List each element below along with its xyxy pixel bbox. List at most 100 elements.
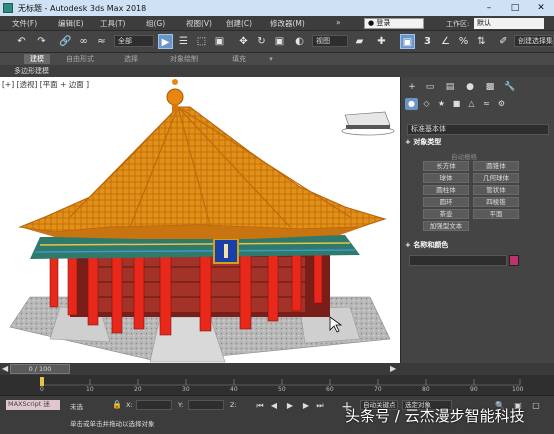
workspace-dropdown[interactable]: 默认	[474, 18, 544, 29]
go-to-start-icon[interactable]: ⏮	[254, 400, 266, 412]
systems-icon[interactable]: ⚙	[495, 98, 508, 110]
pivot-center-icon[interactable]: ▰	[352, 34, 367, 49]
select-and-manipulate-icon[interactable]: ✚	[374, 34, 389, 49]
selection-filter-dropdown[interactable]: 全部	[114, 35, 154, 47]
menu-tools[interactable]: 工具(T)	[100, 18, 125, 29]
menu-file[interactable]: 文件(F)	[12, 18, 37, 29]
spinner-snap-icon[interactable]: ⇅	[474, 34, 489, 49]
geometry-category-dropdown[interactable]: 标准基本体	[407, 124, 549, 135]
edit-named-selection-icon[interactable]: ✐	[496, 34, 511, 49]
placement-icon[interactable]: ◐	[292, 34, 307, 49]
select-object-icon[interactable]: ▶	[158, 34, 173, 49]
slider-prev-icon[interactable]: ◀	[2, 364, 8, 373]
menu-more[interactable]: »	[336, 18, 341, 27]
box-button[interactable]: 长方体	[423, 161, 469, 171]
current-frame: 0 / 100	[28, 365, 52, 373]
torus-button[interactable]: 圆环	[423, 197, 469, 207]
geometry-icon[interactable]: ●	[405, 98, 418, 110]
pyramid-button[interactable]: 四棱锥	[473, 197, 519, 207]
polygon-modeling-label[interactable]: 多边形建模	[14, 66, 49, 76]
plane-button[interactable]: 平面	[473, 209, 519, 219]
autogrid-checkbox[interactable]: 自动栅格	[451, 151, 477, 161]
tab-selection[interactable]: 选择	[118, 54, 144, 64]
motion-tab-icon[interactable]: ●	[463, 81, 477, 93]
keyboard-shortcut-override-icon[interactable]: ▣	[400, 34, 415, 49]
hierarchy-tab-icon[interactable]: ▤	[443, 81, 457, 93]
utilities-tab-icon[interactable]: 🔧	[503, 81, 517, 93]
rotate-icon[interactable]: ↻	[254, 34, 269, 49]
text-plus-button[interactable]: 加强型文本	[423, 221, 469, 231]
menu-modifiers[interactable]: 修改器(M)	[270, 18, 305, 29]
named-selection-dropdown[interactable]: 创建选择集	[514, 35, 554, 47]
tube-button[interactable]: 管状体	[473, 185, 519, 195]
space-warps-icon[interactable]: ≈	[480, 98, 493, 110]
go-to-end-icon[interactable]: ⏭	[314, 400, 326, 412]
watermark-text: 头条号 / 云杰漫步智能科技	[345, 407, 525, 425]
maxscript-listener[interactable]: MAXScript 迷	[6, 400, 60, 410]
lock-selection-icon[interactable]: 🔒	[112, 400, 122, 409]
x-coordinate-field[interactable]	[136, 400, 172, 410]
tick-label: 60	[326, 386, 334, 393]
scale-icon[interactable]: ▣	[272, 34, 287, 49]
object-type-rollout[interactable]: + 对象类型	[405, 137, 551, 148]
time-slider-thumb[interactable]: 0 / 100	[10, 364, 70, 374]
viewport-label[interactable]: [+] [透视] [平面 + 边面 ]	[2, 79, 89, 90]
cameras-icon[interactable]: ■	[450, 98, 463, 110]
unlink-icon[interactable]: ∞	[76, 34, 91, 49]
perspective-viewport[interactable]: [+] [透视] [平面 + 边面 ]	[0, 77, 400, 363]
shapes-icon[interactable]: ◇	[420, 98, 433, 110]
lights-icon[interactable]: ★	[435, 98, 448, 110]
next-frame-icon[interactable]: ▶	[300, 400, 312, 412]
sphere-button[interactable]: 球体	[423, 173, 469, 183]
menu-create[interactable]: 创建(C)	[226, 18, 252, 29]
redo-icon[interactable]: ↷	[34, 34, 49, 49]
selection-filter-value: 全部	[118, 37, 132, 45]
y-coordinate-field[interactable]	[188, 400, 224, 410]
tab-freeform[interactable]: 自由形式	[60, 54, 100, 64]
title-bar: 无标题 - Autodesk 3ds Max 2018 – □ ✕	[0, 0, 554, 16]
ribbon-options-icon[interactable]: ▾	[264, 54, 278, 64]
percent-snap-icon[interactable]: %	[456, 34, 471, 49]
menu-views[interactable]: 视图(V)	[186, 18, 212, 29]
cone-button[interactable]: 圆锥体	[473, 161, 519, 171]
object-name-field[interactable]	[409, 255, 507, 266]
bind-space-warp-icon[interactable]: ≈	[94, 34, 109, 49]
maximize-viewport-icon[interactable]: ▢	[530, 400, 542, 412]
select-by-name-icon[interactable]: ☰	[176, 34, 191, 49]
teapot-button[interactable]: 茶壶	[423, 209, 469, 219]
tab-populate[interactable]: 填充	[226, 54, 252, 64]
tab-modeling[interactable]: 建模	[24, 54, 50, 64]
link-icon[interactable]: 🔗	[58, 34, 73, 49]
tab-object-paint[interactable]: 对象绘制	[164, 54, 204, 64]
play-icon[interactable]: ▶	[284, 400, 296, 412]
maximize-icon[interactable]: □	[502, 0, 528, 16]
rectangular-selection-icon[interactable]: ⬚	[194, 34, 209, 49]
menu-edit[interactable]: 编辑(E)	[58, 18, 84, 29]
geosphere-button[interactable]: 几何球体	[473, 173, 519, 183]
document-title: 无标题	[18, 4, 42, 13]
close-icon[interactable]: ✕	[528, 0, 554, 16]
modify-tab-icon[interactable]: ▭	[423, 81, 437, 93]
cylinder-button[interactable]: 圆柱体	[423, 185, 469, 195]
undo-icon[interactable]: ↶	[14, 34, 29, 49]
helpers-icon[interactable]: △	[465, 98, 478, 110]
tick-label: 10	[86, 386, 94, 393]
snaps-toggle-icon[interactable]: 3	[420, 34, 435, 49]
create-tab-icon[interactable]: +	[405, 81, 419, 93]
angle-snap-icon[interactable]: ∠	[438, 34, 453, 49]
menu-group[interactable]: 组(G)	[146, 18, 165, 29]
time-slider[interactable]: ◀ 0 / 100 ▶	[0, 363, 554, 375]
object-color-swatch[interactable]	[509, 255, 519, 266]
previous-frame-icon[interactable]: ◀	[268, 400, 280, 412]
rollout-collapse-icon: +	[405, 241, 411, 249]
move-icon[interactable]: ✥	[236, 34, 251, 49]
reference-coordinate-dropdown[interactable]: 视图	[312, 35, 348, 47]
view-cube[interactable]	[341, 111, 395, 136]
login-field[interactable]: ● 登录	[364, 18, 424, 29]
track-bar[interactable]: 0 10 20 30 40 50 60 70 80 90 100	[0, 375, 554, 395]
minimize-icon[interactable]: –	[476, 0, 502, 16]
window-crossing-icon[interactable]: ▣	[212, 34, 227, 49]
name-color-rollout[interactable]: + 名称和颜色	[405, 240, 551, 251]
display-tab-icon[interactable]: ▩	[483, 81, 497, 93]
slider-next-icon[interactable]: ▶	[390, 364, 396, 373]
